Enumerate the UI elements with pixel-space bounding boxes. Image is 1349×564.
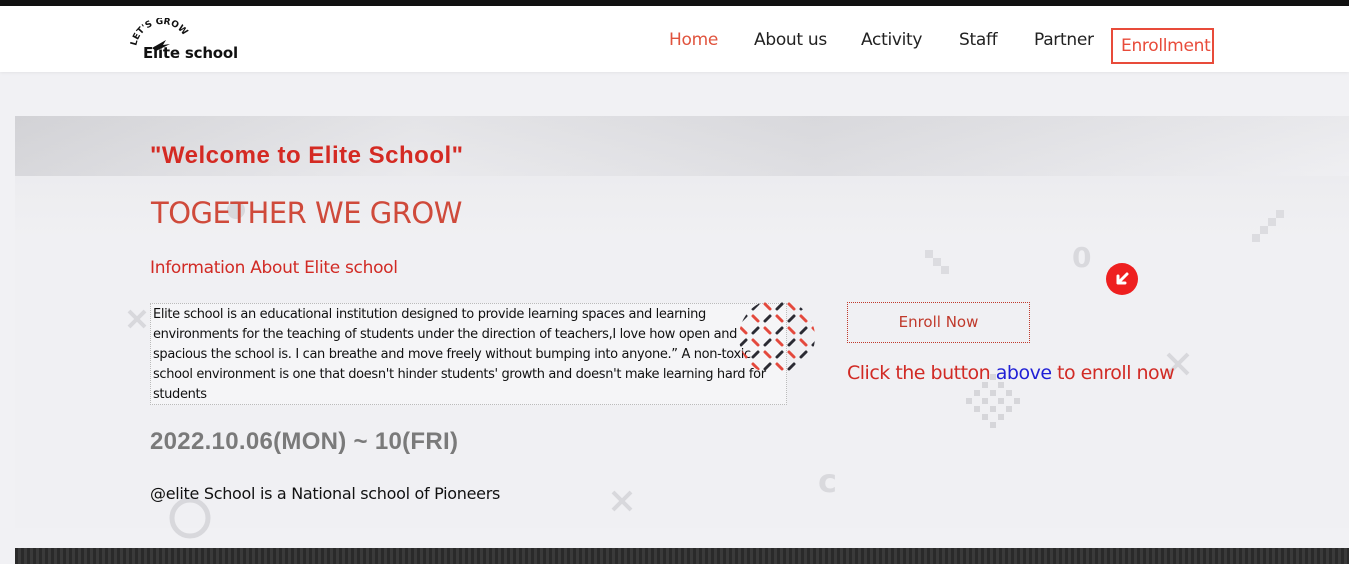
decorative-c: c: [818, 462, 837, 500]
enroll-instruction: Click the button above to enroll now: [847, 362, 1175, 384]
tagline-heading: TOGETHER WE GROW: [151, 196, 462, 230]
description-box: Elite school is an educational instituti…: [150, 303, 787, 405]
background-decorations: [127, 201, 1284, 539]
arrow-down-circle-icon: [1106, 263, 1138, 295]
decorative-zero: 0: [1072, 241, 1092, 274]
event-dates: 2022.10.06(MON) ~ 10(FRI): [150, 428, 459, 455]
info-heading: Information About Elite school: [150, 258, 398, 278]
enroll-instruction-prefix: Click the button: [847, 362, 996, 384]
school-tagline-note: @elite School is a National school of Pi…: [150, 484, 501, 503]
footer-strip: [15, 548, 1349, 564]
description-text: Elite school is an educational instituti…: [153, 307, 766, 402]
enroll-instruction-suffix: to enroll now: [1051, 362, 1175, 384]
welcome-heading: "Welcome to Elite School": [150, 142, 464, 169]
enroll-now-button[interactable]: Enroll Now: [847, 302, 1030, 343]
enroll-instruction-highlight: above: [995, 362, 1052, 384]
dotted-circle-pattern: [739, 302, 815, 371]
